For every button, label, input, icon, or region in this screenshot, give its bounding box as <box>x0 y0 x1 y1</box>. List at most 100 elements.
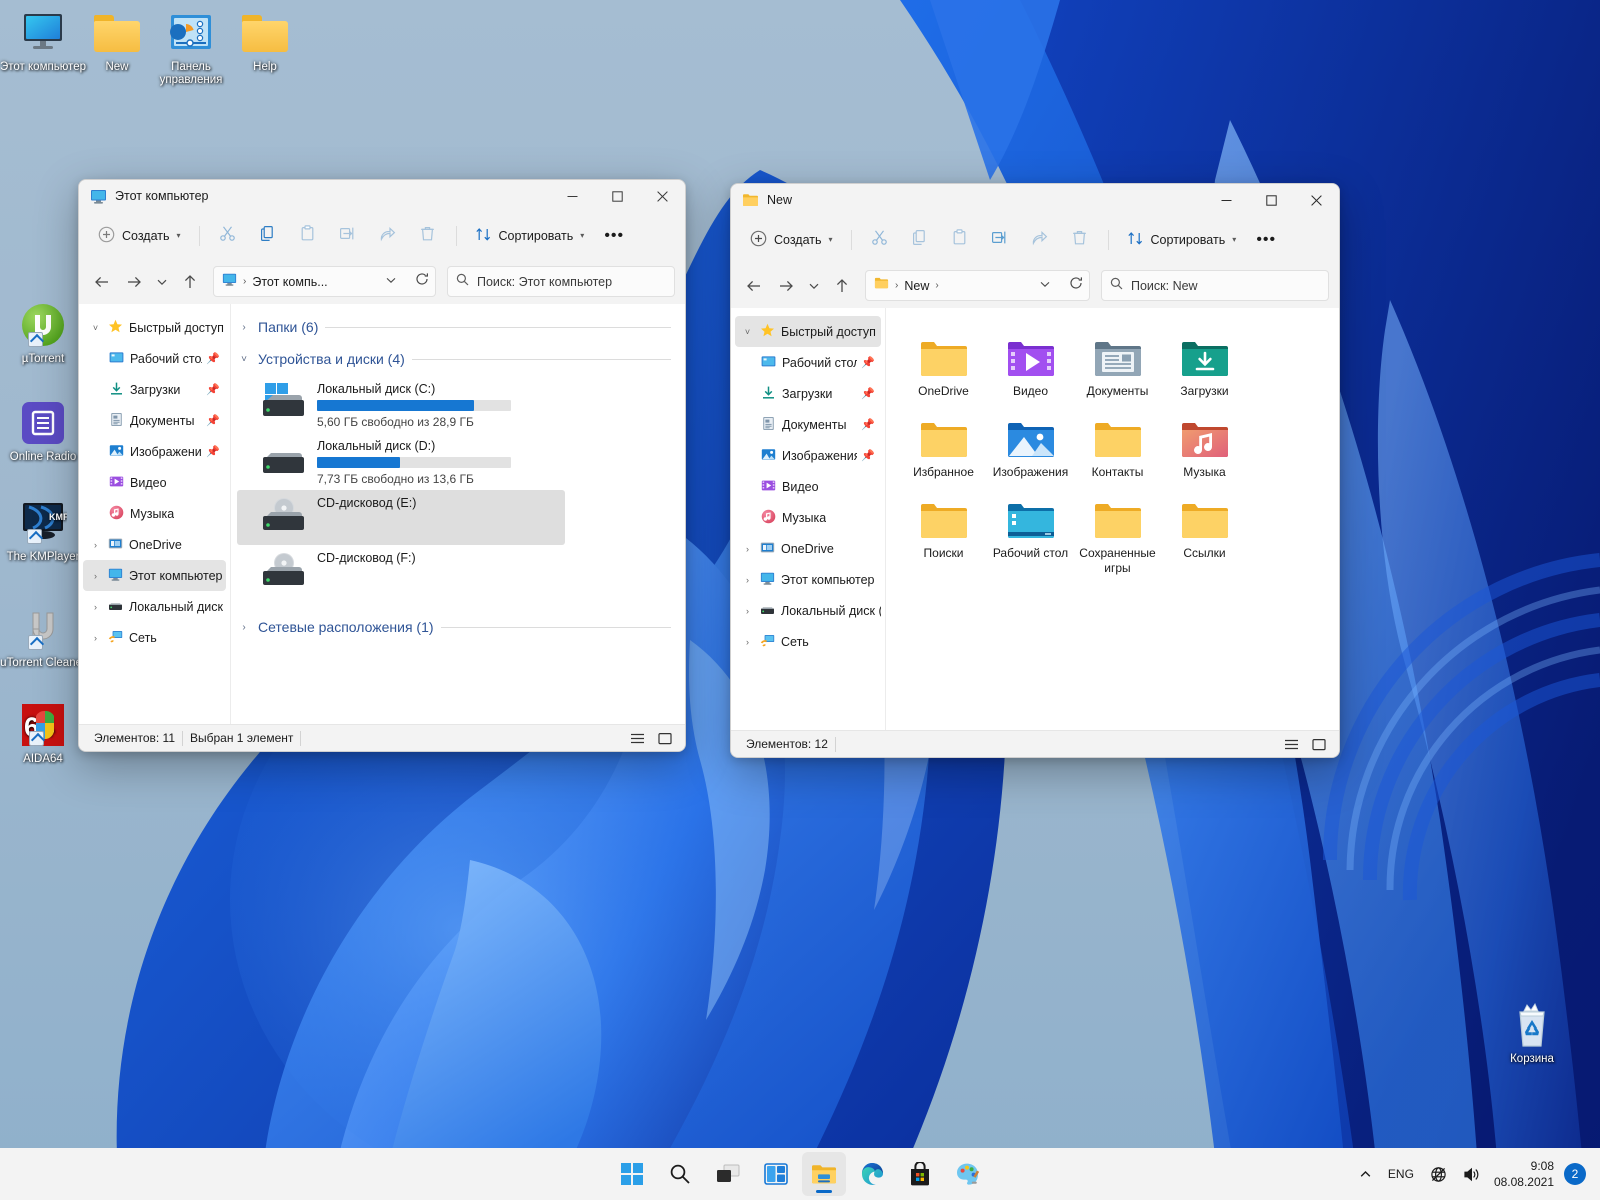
up-button[interactable] <box>827 271 857 301</box>
address-dropdown-icon[interactable] <box>1039 277 1051 295</box>
window2-controls[interactable] <box>1204 184 1339 216</box>
search-button[interactable] <box>658 1152 702 1196</box>
paste-button[interactable] <box>289 220 327 252</box>
nav-item-документы[interactable]: Документы 📌 <box>735 409 881 440</box>
sort-button[interactable]: Сортировать ▾ <box>466 220 594 252</box>
nav-item-локальный-диск-d[interactable]: › Локальный диск (D <box>735 595 881 626</box>
window1-navbar[interactable]: › Этот компь... Поиск: Этот компьютер <box>79 259 685 304</box>
store-button[interactable] <box>898 1152 942 1196</box>
nav-item-изображения[interactable]: Изображения 📌 <box>735 440 881 471</box>
taskbar[interactable]: ENG 9:08 08.08.2021 2 <box>0 1148 1600 1200</box>
window2-toolbar[interactable]: Создать ▾ Сортировать ▾ ••• <box>731 216 1339 263</box>
nav-item-загрузки[interactable]: Загрузки 📌 <box>735 378 881 409</box>
folder-item[interactable]: Ссылки <box>1161 484 1248 580</box>
search-input[interactable]: Поиск: New <box>1101 270 1329 301</box>
desktop-icon-recycle-bin[interactable]: Корзина <box>1489 1000 1575 1066</box>
copy-button[interactable] <box>901 224 939 256</box>
window2-navigation-pane[interactable]: ˅ Быстрый доступ Рабочий стол 📌 Загрузки 📌 Док… <box>731 308 886 730</box>
drive-item[interactable]: CD-дисковод (F:) <box>237 545 679 600</box>
close-button[interactable] <box>1294 184 1339 216</box>
window1-toolbar[interactable]: Создать ▾ Сортировать ▾ ••• <box>79 212 685 259</box>
notification-badge[interactable]: 2 <box>1564 1163 1586 1185</box>
nav-item-изображения[interactable]: Изображения 📌 <box>83 436 226 467</box>
recent-locations-button[interactable] <box>151 267 173 297</box>
file-explorer-button[interactable] <box>802 1152 846 1196</box>
desktop-icon-kmplayer[interactable]: KMP The KMPlayer <box>0 498 86 564</box>
expander-icon[interactable]: › <box>739 544 756 554</box>
folder-item[interactable]: OneDrive <box>900 322 987 403</box>
desktop-icon-aida64[interactable]: 64 AIDA64 <box>0 700 86 766</box>
group-header-network[interactable]: › Сетевые расположения (1) <box>231 614 685 640</box>
expander-icon[interactable]: ˅ <box>739 327 756 337</box>
nav-item-быстрый-доступ[interactable]: ˅ Быстрый доступ <box>735 316 881 347</box>
new-button[interactable]: Создать ▾ <box>89 220 190 252</box>
network-disconnected-icon[interactable] <box>1422 1154 1455 1194</box>
folder-item[interactable]: Загрузки <box>1161 322 1248 403</box>
recent-locations-button[interactable] <box>803 271 825 301</box>
back-button[interactable] <box>87 267 117 297</box>
pin-icon[interactable]: 📌 <box>206 445 226 458</box>
expander-icon[interactable]: › <box>87 602 104 612</box>
share-button[interactable] <box>369 220 407 252</box>
search-input[interactable]: Поиск: Этот компьютер <box>447 266 675 297</box>
nav-item-музыка[interactable]: Музыка <box>735 502 881 533</box>
chevron-right-icon[interactable]: › <box>237 622 251 633</box>
chevron-right-icon[interactable]: › <box>237 322 251 333</box>
group-header-folders[interactable]: › Папки (6) <box>231 314 685 340</box>
tiles-view-icon[interactable] <box>653 728 677 749</box>
pin-icon[interactable]: 📌 <box>861 418 881 431</box>
more-options-button[interactable]: ••• <box>595 220 633 252</box>
folder-item[interactable]: Рабочий стол <box>987 484 1074 580</box>
edge-button[interactable] <box>850 1152 894 1196</box>
nav-item-сеть[interactable]: › Сеть <box>735 626 881 657</box>
folder-item[interactable]: Контакты <box>1074 403 1161 484</box>
folder-item[interactable]: Избранное <box>900 403 987 484</box>
pin-icon[interactable]: 📌 <box>206 383 226 396</box>
nav-item-рабочий-стол[interactable]: Рабочий стол 📌 <box>735 347 881 378</box>
nav-item-быстрый-доступ[interactable]: ˅ Быстрый доступ <box>83 312 226 343</box>
minimize-button[interactable] <box>1204 184 1249 216</box>
pin-icon[interactable]: 📌 <box>861 449 881 462</box>
rename-button[interactable] <box>329 220 367 252</box>
nav-item-музыка[interactable]: Музыка <box>83 498 226 529</box>
expander-icon[interactable]: › <box>87 571 104 581</box>
nav-item-onedrive[interactable]: › OneDrive <box>83 529 226 560</box>
pin-icon[interactable]: 📌 <box>861 387 881 400</box>
folder-item[interactable]: Поиски <box>900 484 987 580</box>
window2-titlebar[interactable]: New <box>731 184 1339 216</box>
delete-button[interactable] <box>409 220 447 252</box>
refresh-icon[interactable] <box>415 272 429 291</box>
desktop-icon-utorrent-cleaner[interactable]: uTorrent Cleaner <box>0 604 86 670</box>
nav-item-загрузки[interactable]: Загрузки 📌 <box>83 374 226 405</box>
desktop-icon-utorrent[interactable]: µTorrent <box>0 300 86 366</box>
view-toggles[interactable] <box>1279 734 1331 755</box>
breadcrumb-current[interactable]: New <box>904 279 929 293</box>
up-button[interactable] <box>175 267 205 297</box>
maximize-button[interactable] <box>1249 184 1294 216</box>
desktop-icon-help-folder[interactable]: Help <box>222 8 308 74</box>
forward-button[interactable] <box>771 271 801 301</box>
language-indicator[interactable]: ENG <box>1380 1154 1422 1194</box>
copy-button[interactable] <box>249 220 287 252</box>
folder-item[interactable]: Видео <box>987 322 1074 403</box>
sort-button[interactable]: Сортировать ▾ <box>1118 224 1246 256</box>
volume-icon[interactable] <box>1455 1154 1488 1194</box>
window1-titlebar[interactable]: Этот компьютер <box>79 180 685 212</box>
forward-button[interactable] <box>119 267 149 297</box>
breadcrumb-current[interactable]: Этот компь... <box>252 275 327 289</box>
nav-item-документы[interactable]: Документы 📌 <box>83 405 226 436</box>
list-view-icon[interactable] <box>1279 734 1303 755</box>
expander-icon[interactable]: › <box>739 606 756 616</box>
folder-item[interactable]: Документы <box>1074 322 1161 403</box>
nav-item-видео[interactable]: Видео <box>735 471 881 502</box>
drive-item[interactable]: CD-дисковод (E:) <box>237 490 565 545</box>
start-button[interactable] <box>610 1152 654 1196</box>
cut-button[interactable] <box>209 220 247 252</box>
clock[interactable]: 9:08 08.08.2021 <box>1488 1158 1564 1190</box>
nav-item-сеть[interactable]: › Сеть <box>83 622 226 653</box>
taskbar-apps[interactable] <box>610 1152 990 1196</box>
window1-content[interactable]: › Папки (6) ˅ Устройства и диски (4) Лок… <box>231 304 685 724</box>
expander-icon[interactable]: › <box>87 633 104 643</box>
drive-item[interactable]: Локальный диск (C:) 5,60 ГБ свободно из 2… <box>237 376 679 433</box>
system-tray[interactable]: ENG 9:08 08.08.2021 2 <box>1351 1148 1600 1200</box>
